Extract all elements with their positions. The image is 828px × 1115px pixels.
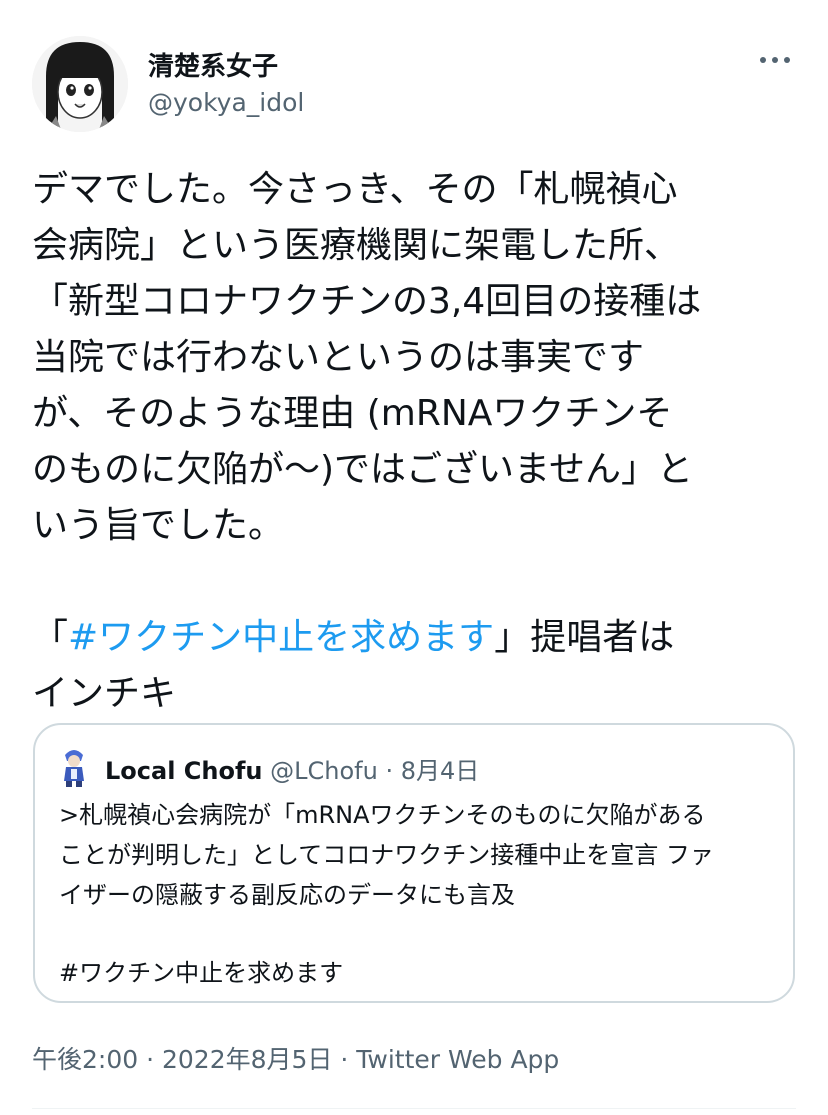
meta-separator: · <box>138 1045 162 1074</box>
tweet-text: デマでした。今さっき、その「札幌禎心 会病院」という医療機関に架電した所、 「新… <box>32 162 812 722</box>
tweet-line: 会病院」という医療機関に架電した所、 <box>32 225 681 266</box>
tweet-hashtag-line: 「#ワクチン中止を求めます」提唱者は <box>32 610 812 666</box>
tweet-line: デマでした。今さっき、その「札幌禎心 <box>32 169 678 210</box>
divider <box>32 1108 796 1109</box>
quoted-separator: · <box>377 757 401 785</box>
quoted-date[interactable]: 8月4日 <box>401 757 480 785</box>
more-horizontal-icon[interactable] <box>760 50 790 70</box>
hashtag-suffix: 」提唱者は <box>494 617 675 658</box>
tweet-source-app[interactable]: Twitter Web App <box>356 1045 559 1074</box>
quoted-line: イザーの隠蔽する副反応のデータにも言及 <box>59 881 515 909</box>
tweet-line: 当院では行わないというのは事実です <box>32 337 645 378</box>
quoted-hashtag: #ワクチン中止を求めます <box>59 959 344 987</box>
tweet-date[interactable]: 2022年8月5日 <box>162 1045 332 1074</box>
tweet-line: 「新型コロナワクチンの3,4回目の接種は <box>32 281 702 322</box>
quoted-tweet-card[interactable]: Local Chofu @LChofu · 8月4日 >札幌禎心会病院が「mRN… <box>33 723 795 1003</box>
tweet-line: のものに欠陥が〜)ではございません」と <box>32 449 693 490</box>
tweet-line: いう旨でした。 <box>32 505 285 546</box>
quoted-avatar-illustration <box>64 750 84 787</box>
quoted-tweet-text: >札幌禎心会病院が「mRNAワクチンそのものに欠陥がある ことが判明した」として… <box>59 795 779 993</box>
dot <box>784 57 790 63</box>
tweet-line: インチキ <box>32 673 177 714</box>
avatar[interactable] <box>32 36 128 132</box>
quoted-line: >札幌禎心会病院が「mRNAワクチンそのものに欠陥がある <box>59 801 706 829</box>
author-handle[interactable]: @yokya_idol <box>148 88 304 117</box>
tweet-line: が、そのような理由 (mRNAワクチンそ <box>32 393 673 434</box>
dot <box>772 57 778 63</box>
avatar-illustration <box>32 36 128 132</box>
tweet-timestamp: 午後2:00 · 2022年8月5日 · Twitter Web App <box>32 1040 559 1076</box>
quoted-user-avatar[interactable] <box>59 747 89 787</box>
tweet-time[interactable]: 午後2:00 <box>32 1045 138 1074</box>
dot <box>760 57 766 63</box>
quoted-line: ことが判明した」としてコロナワクチン接種中止を宣言 ファ <box>59 841 714 869</box>
quoted-display-name[interactable]: Local Chofu <box>105 757 263 785</box>
author-display-name[interactable]: 清楚系女子 <box>148 46 278 83</box>
quoted-handle[interactable]: @LChofu <box>270 757 378 785</box>
hashtag-link[interactable]: #ワクチン中止を求めます <box>68 617 494 658</box>
bracket-open: 「 <box>32 617 69 658</box>
quoted-tweet-header: Local Chofu @LChofu · 8月4日 <box>105 751 479 786</box>
meta-separator: · <box>332 1045 357 1074</box>
